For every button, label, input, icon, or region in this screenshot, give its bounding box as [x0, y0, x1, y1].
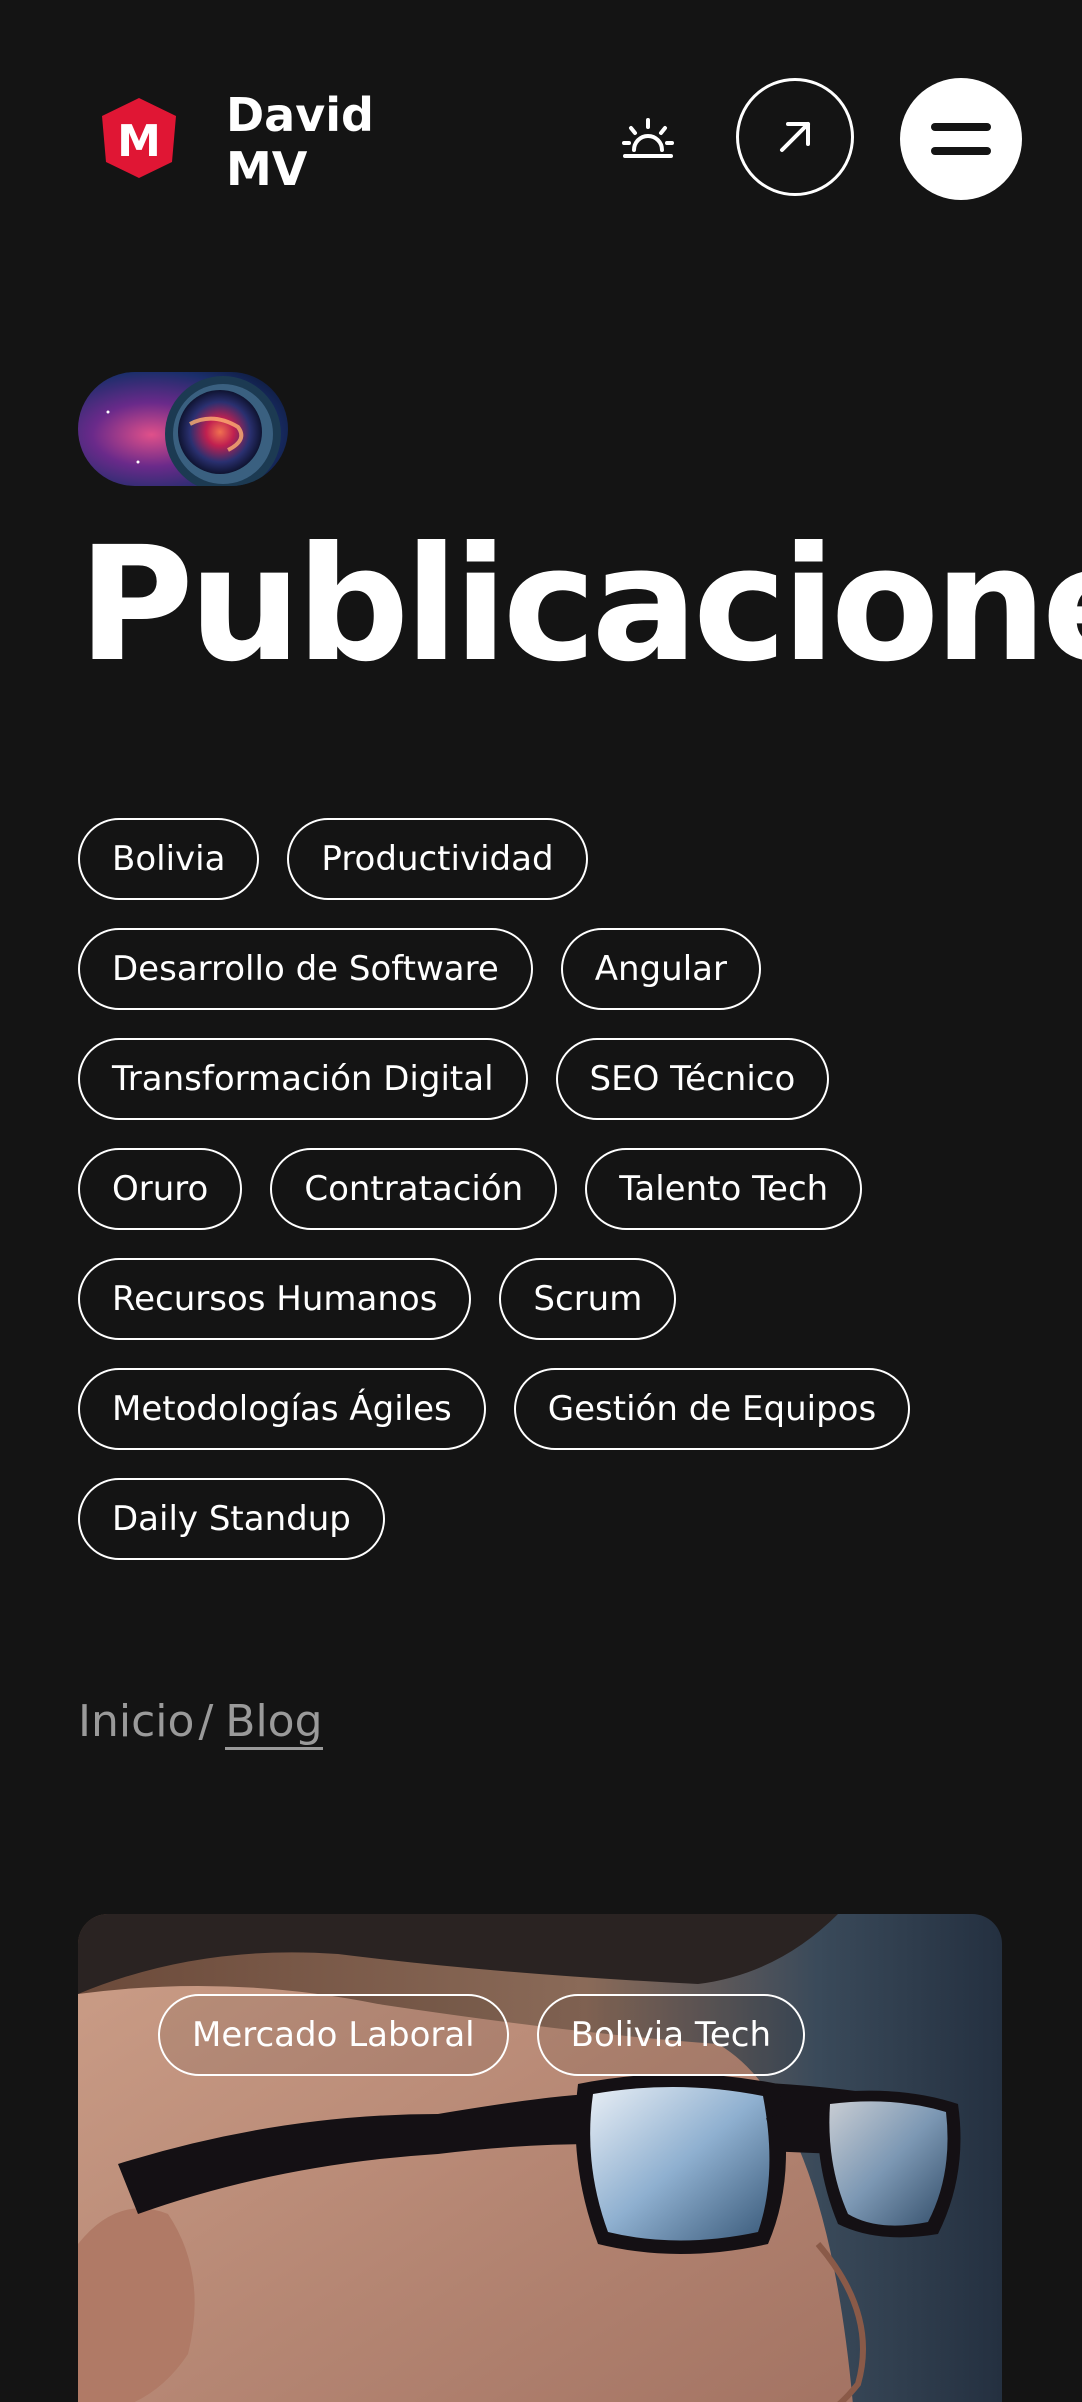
- arrow-up-right-icon: [780, 122, 810, 152]
- tag-productividad[interactable]: Productividad: [287, 818, 588, 900]
- card-tag-bolivia-tech[interactable]: Bolivia Tech: [536, 1994, 806, 2076]
- card-tag-mercado-laboral[interactable]: Mercado Laboral: [158, 1994, 509, 2076]
- article-card-tags: Mercado Laboral Bolivia Tech: [158, 1994, 806, 2076]
- tag-gestion-de-equipos[interactable]: Gestión de Equipos: [513, 1368, 911, 1450]
- brand-link[interactable]: M David MV: [98, 88, 374, 196]
- page: M David MV Publicacion Bolivia Productiv…: [0, 0, 1082, 2402]
- article-card[interactable]: Mercado Laboral Bolivia Tech: [78, 1914, 1002, 2402]
- tag-desarrollo-de-software[interactable]: Desarrollo de Software: [78, 928, 533, 1010]
- tag-angular[interactable]: Angular: [560, 928, 761, 1010]
- article-card-image: [78, 1914, 1002, 2402]
- tag-oruro[interactable]: Oruro: [78, 1148, 243, 1230]
- theme-toggle-button[interactable]: [618, 108, 678, 168]
- menu-button[interactable]: [900, 78, 1022, 200]
- breadcrumb-separator: /: [198, 1696, 214, 1747]
- tag-talento-tech[interactable]: Talento Tech: [585, 1148, 863, 1230]
- hero-image: [78, 372, 288, 486]
- tag-transformacion-digital[interactable]: Transformación Digital: [78, 1038, 528, 1120]
- tag-daily-standup[interactable]: Daily Standup: [78, 1478, 385, 1560]
- breadcrumb-current[interactable]: Blog: [225, 1697, 323, 1750]
- tag-bolivia[interactable]: Bolivia: [78, 818, 260, 900]
- tag-metodologias-agiles[interactable]: Metodologías Ágiles: [78, 1368, 486, 1450]
- page-title: Publicaciones: [78, 513, 1082, 697]
- tag-list: Bolivia Productividad Desarrollo de Soft…: [78, 818, 1018, 1560]
- tag-contratacion[interactable]: Contratación: [270, 1148, 558, 1230]
- tag-scrum[interactable]: Scrum: [499, 1258, 677, 1340]
- tag-recursos-humanos[interactable]: Recursos Humanos: [78, 1258, 472, 1340]
- tag-seo-tecnico[interactable]: SEO Técnico: [555, 1038, 830, 1120]
- logo-letter: M: [117, 116, 161, 167]
- logo-icon: M: [102, 98, 176, 178]
- breadcrumb-home-link[interactable]: Inicio: [78, 1696, 194, 1747]
- breadcrumb: Inicio / Blog: [78, 1696, 323, 1750]
- external-link-button[interactable]: [736, 78, 854, 196]
- hamburger-icon: [931, 123, 991, 155]
- sunrise-icon: [622, 118, 674, 158]
- brand-name: David MV: [226, 88, 374, 196]
